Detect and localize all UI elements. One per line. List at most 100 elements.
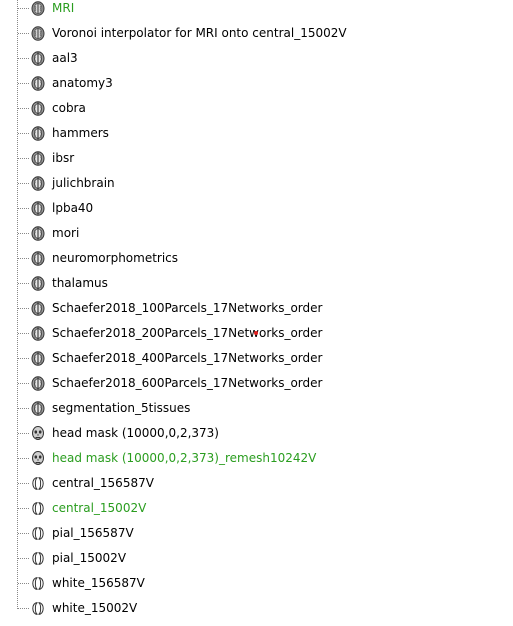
tree-branch-line [18, 608, 29, 609]
tree-item-label[interactable]: Schaefer2018_200Parcels_17Networks_order [52, 326, 322, 341]
tree-item-label[interactable]: aal3 [52, 51, 78, 66]
tree-item[interactable]: white_156587V [0, 571, 513, 596]
tree-branch-line [18, 158, 29, 159]
tree-item[interactable]: Voronoi interpolator for MRI onto centra… [0, 21, 513, 46]
tree-item-label[interactable]: pial_156587V [52, 526, 134, 541]
atlas-icon[interactable] [31, 51, 45, 66]
tree-branch-line [18, 133, 29, 134]
tree-item[interactable]: aal3 [0, 46, 513, 71]
volume-icon[interactable] [31, 1, 45, 16]
head-icon[interactable] [31, 451, 45, 466]
atlas-icon[interactable] [31, 376, 45, 391]
tree-branch-line [18, 258, 29, 259]
cortex-surface-icon[interactable] [31, 526, 45, 541]
atlas-icon[interactable] [31, 226, 45, 241]
tree-item[interactable]: anatomy3 [0, 71, 513, 96]
cortex-surface-icon[interactable] [31, 551, 45, 566]
tree-item-label[interactable]: white_15002V [52, 601, 137, 616]
head-icon[interactable] [31, 426, 45, 441]
tree-item[interactable]: central_156587V [0, 471, 513, 496]
tree-item[interactable]: segmentation_5tissues [0, 396, 513, 421]
file-tree: MRI Voronoi interpolator for MRI onto ce… [0, 0, 513, 626]
tree-item-label[interactable]: central_156587V [52, 476, 154, 491]
atlas-icon[interactable] [31, 326, 45, 341]
tree-branch-line [18, 508, 29, 509]
atlas-icon[interactable] [31, 176, 45, 191]
volume-icon[interactable] [31, 26, 45, 41]
tree-item-label[interactable]: anatomy3 [52, 76, 113, 91]
tree-branch-line [18, 333, 29, 334]
tree-branch-line [18, 308, 29, 309]
tree-branch-line [18, 583, 29, 584]
tree-item-label[interactable]: Schaefer2018_400Parcels_17Networks_order [52, 351, 322, 366]
tree-item[interactable]: Schaefer2018_600Parcels_17Networks_order [0, 371, 513, 396]
tree-branch-line [18, 433, 29, 434]
atlas-icon[interactable] [31, 351, 45, 366]
tree-item-label[interactable]: julichbrain [52, 176, 115, 191]
atlas-icon[interactable] [31, 301, 45, 316]
tree-item[interactable]: pial_15002V [0, 546, 513, 571]
atlas-icon[interactable] [31, 276, 45, 291]
tree-item[interactable]: Schaefer2018_400Parcels_17Networks_order [0, 346, 513, 371]
tree-branch-line [18, 183, 29, 184]
tree-branch-line [18, 533, 29, 534]
atlas-icon[interactable] [31, 401, 45, 416]
tree-item-label[interactable]: head mask (10000,0,2,373) [52, 426, 219, 441]
tree-branch-line [18, 483, 29, 484]
tree-item[interactable]: MRI [0, 0, 513, 21]
tree-branch-line [18, 458, 29, 459]
tree-item-label[interactable]: Voronoi interpolator for MRI onto centra… [52, 26, 347, 41]
tree-item[interactable]: julichbrain [0, 171, 513, 196]
cursor-dot [254, 331, 258, 335]
tree-branch-line [18, 358, 29, 359]
tree-item-label[interactable]: central_15002V [52, 501, 146, 516]
tree-item-label[interactable]: head mask (10000,0,2,373)_remesh10242V [52, 451, 316, 466]
tree-item-label[interactable]: pial_15002V [52, 551, 126, 566]
tree-item[interactable]: thalamus [0, 271, 513, 296]
tree-item-label[interactable]: white_156587V [52, 576, 145, 591]
tree-item[interactable]: white_15002V [0, 596, 513, 621]
atlas-icon[interactable] [31, 101, 45, 116]
tree-item-label[interactable]: Schaefer2018_600Parcels_17Networks_order [52, 376, 322, 391]
tree-item-label[interactable]: lpba40 [52, 201, 93, 216]
tree-item-label[interactable]: segmentation_5tissues [52, 401, 190, 416]
cortex-surface-icon[interactable] [31, 576, 45, 591]
cortex-surface-icon[interactable] [31, 601, 45, 616]
tree-item-label[interactable]: thalamus [52, 276, 108, 291]
atlas-icon[interactable] [31, 251, 45, 266]
atlas-icon[interactable] [31, 201, 45, 216]
tree-branch-line [18, 283, 29, 284]
tree-item-label[interactable]: mori [52, 226, 79, 241]
tree-item[interactable]: head mask (10000,0,2,373) [0, 421, 513, 446]
tree-item[interactable]: head mask (10000,0,2,373)_remesh10242V [0, 446, 513, 471]
tree-branch-line [18, 33, 29, 34]
tree-branch-line [18, 83, 29, 84]
tree-item[interactable]: Schaefer2018_100Parcels_17Networks_order [0, 296, 513, 321]
tree-item[interactable]: cobra [0, 96, 513, 121]
tree-branch-line [18, 383, 29, 384]
tree-item-label[interactable]: MRI [52, 1, 74, 16]
tree-item-label[interactable]: ibsr [52, 151, 74, 166]
tree-item[interactable]: hammers [0, 121, 513, 146]
tree-branch-line [18, 58, 29, 59]
tree-item[interactable]: ibsr [0, 146, 513, 171]
tree-branch-line [18, 208, 29, 209]
cortex-surface-icon[interactable] [31, 476, 45, 491]
tree-item[interactable]: pial_156587V [0, 521, 513, 546]
tree-item[interactable]: lpba40 [0, 196, 513, 221]
cortex-surface-icon[interactable] [31, 501, 45, 516]
tree-item-label[interactable]: Schaefer2018_100Parcels_17Networks_order [52, 301, 322, 316]
tree-branch-line [18, 233, 29, 234]
atlas-icon[interactable] [31, 126, 45, 141]
tree-item[interactable]: mori [0, 221, 513, 246]
tree-item[interactable]: central_15002V [0, 496, 513, 521]
tree-branch-line [18, 8, 29, 9]
tree-item-label[interactable]: neuromorphometrics [52, 251, 178, 266]
tree-branch-line [18, 558, 29, 559]
tree-branch-line [18, 408, 29, 409]
tree-item[interactable]: neuromorphometrics [0, 246, 513, 271]
tree-item-label[interactable]: hammers [52, 126, 109, 141]
atlas-icon[interactable] [31, 151, 45, 166]
tree-item-label[interactable]: cobra [52, 101, 86, 116]
atlas-icon[interactable] [31, 76, 45, 91]
